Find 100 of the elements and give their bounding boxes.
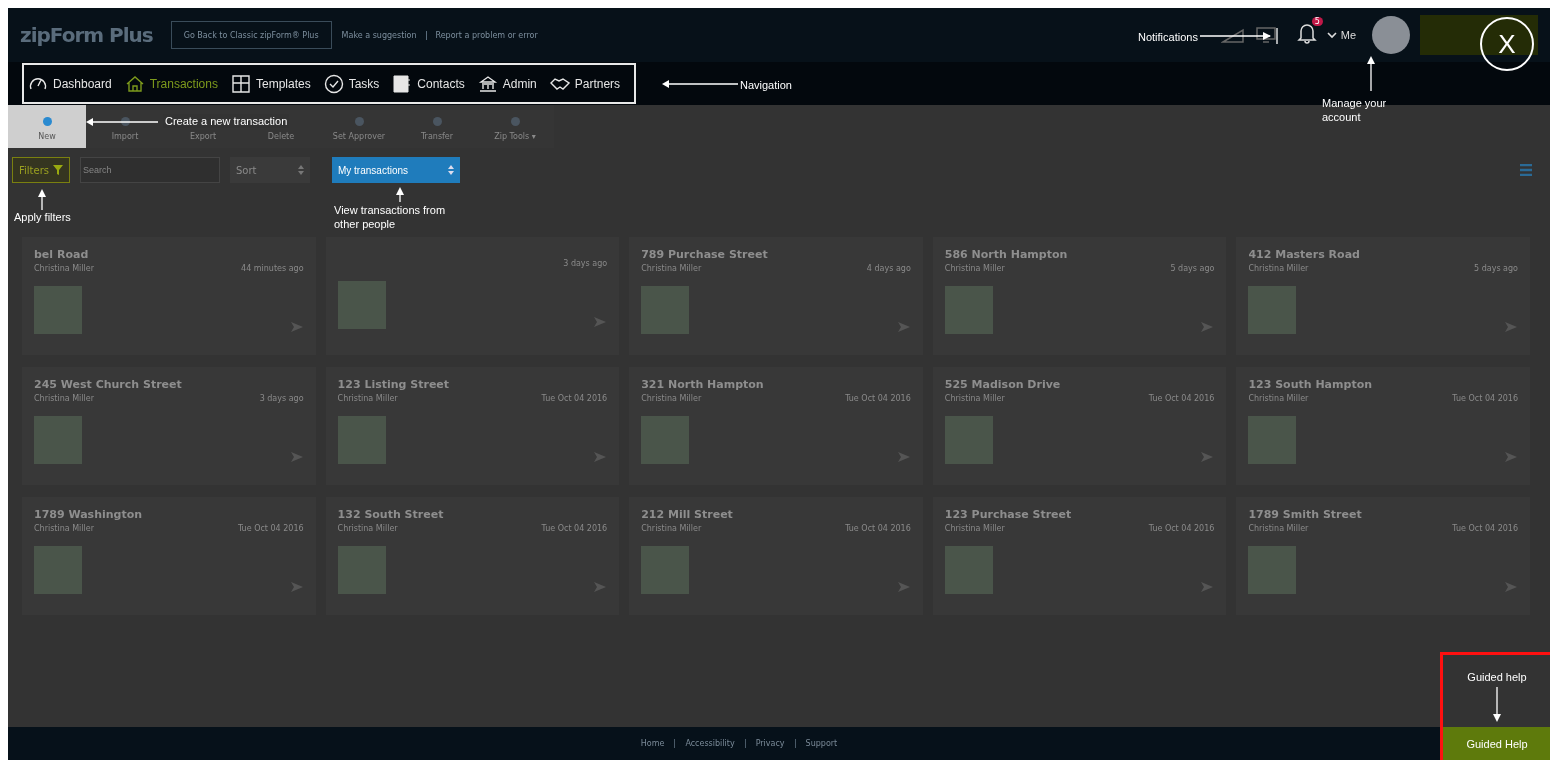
- card-date: Tue Oct 04 2016: [1452, 394, 1518, 404]
- card-date: 5 days ago: [1170, 264, 1215, 274]
- card-title: 123 Purchase Street: [944, 508, 1072, 521]
- transaction-card[interactable]: 212 Mill Street Christina Miller Tue Oct 04 2016: [629, 497, 923, 615]
- sort-arrows-icon: [448, 165, 454, 175]
- nav-item[interactable]: Tasks: [323, 73, 380, 94]
- transaction-card[interactable]: bel Road Christina Miller 44 minutes ago: [22, 237, 316, 355]
- nav-item[interactable]: Contacts: [392, 73, 465, 94]
- filters-button[interactable]: Filters: [12, 157, 70, 183]
- transaction-card[interactable]: 586 North Hampton Christina Miller 5 days ago: [932, 237, 1227, 355]
- footer-link[interactable]: Privacy: [744, 739, 785, 748]
- card-date: 3 days ago: [563, 259, 608, 269]
- callout-text: Notifications: [1138, 30, 1198, 45]
- card-title: 1789 Smith Street: [1248, 508, 1362, 521]
- agent-name: Christina Miller: [34, 524, 94, 534]
- transaction-card[interactable]: 132 South Street Christina Miller Tue Oct 04 2016: [325, 497, 620, 615]
- card-date: Tue Oct 04 2016: [845, 524, 911, 534]
- send-icon[interactable]: [1504, 450, 1518, 464]
- send-icon[interactable]: [289, 580, 304, 594]
- bell-icon[interactable]: [1296, 22, 1317, 44]
- nav-item[interactable]: Dashboard: [28, 73, 112, 94]
- nav-item[interactable]: Partners: [549, 73, 621, 94]
- callout-text: Create a new transaction: [163, 114, 290, 129]
- photo-placeholder: [337, 281, 386, 329]
- toolbar-button[interactable]: New: [8, 105, 86, 148]
- send-icon[interactable]: [1200, 450, 1215, 464]
- transaction-card[interactable]: 789 Purchase Street Christina Miller 4 days ago: [629, 237, 923, 355]
- send-icon[interactable]: [289, 320, 304, 334]
- close-button[interactable]: X: [1480, 17, 1534, 71]
- callout-text: Manage your account: [1322, 96, 1388, 125]
- transaction-card[interactable]: 123 South Hampton Christina Miller Tue Oct 04 2016: [1236, 367, 1530, 485]
- send-icon[interactable]: [593, 315, 608, 329]
- card-date: Tue Oct 04 2016: [541, 524, 608, 534]
- logo[interactable]: zipForm Plus: [20, 23, 153, 47]
- photo-placeholder: [1248, 416, 1297, 464]
- nav-item[interactable]: Transactions: [124, 73, 218, 94]
- search-field[interactable]: Search: [80, 157, 220, 183]
- photo-placeholder: [1248, 546, 1297, 594]
- transaction-card[interactable]: 245 West Church Street Christina Miller 3 days ago: [22, 367, 316, 485]
- classic-link-button[interactable]: Go Back to Classic zipForm® Plus: [170, 21, 332, 49]
- send-icon[interactable]: [896, 320, 911, 334]
- list-view-icon[interactable]: [1520, 164, 1532, 176]
- transaction-card[interactable]: 123 Purchase Street Christina Miller Tue Oct 04 2016: [932, 497, 1227, 615]
- chevron-down-icon[interactable]: [1326, 31, 1337, 39]
- card-title: 789 Purchase Street: [641, 248, 768, 261]
- agent-name: Christina Miller: [1248, 524, 1309, 534]
- transaction-card[interactable]: 123 Listing Street Christina Miller Tue Oct 04 2016: [325, 367, 620, 485]
- photo-placeholder: [337, 416, 386, 464]
- transaction-card[interactable]: 3 days ago: [325, 237, 620, 355]
- card-title: 132 South Street: [337, 508, 444, 521]
- send-icon[interactable]: [593, 580, 608, 594]
- avatar[interactable]: [1372, 16, 1410, 54]
- footer-link[interactable]: Home: [640, 739, 665, 748]
- photo-placeholder: [34, 546, 82, 594]
- view-select[interactable]: My transactions: [332, 157, 460, 183]
- header-link[interactable]: Make a suggestion: [341, 30, 417, 40]
- agent-name: Christina Miller: [944, 524, 1005, 534]
- pointer-arrow: [36, 188, 48, 210]
- header-link[interactable]: Report a problem or error: [426, 30, 538, 40]
- transaction-card[interactable]: 1789 Washington Christina Miller Tue Oct 04 2016: [22, 497, 316, 615]
- send-icon[interactable]: [896, 580, 911, 594]
- callout-text: View transactions from other people: [334, 203, 447, 232]
- photo-placeholder: [34, 416, 82, 464]
- monitor-icon[interactable]: [1254, 26, 1277, 44]
- transaction-card[interactable]: 321 North Hampton Christina Miller Tue Oct 04 2016: [629, 367, 923, 485]
- photo-placeholder: [641, 546, 690, 594]
- header-action-button[interactable]: [1420, 15, 1538, 55]
- account-menu[interactable]: Me: [1340, 29, 1356, 41]
- photo-placeholder: [34, 286, 82, 334]
- sort-select[interactable]: Sort: [230, 157, 310, 183]
- send-icon[interactable]: [289, 450, 304, 464]
- card-date: Tue Oct 04 2016: [1148, 524, 1215, 534]
- grid-icon: [230, 73, 251, 94]
- send-icon[interactable]: [593, 450, 608, 464]
- agent-name: Christina Miller: [641, 264, 702, 274]
- transaction-card[interactable]: 525 Madison Drive Christina Miller Tue Oct 04 2016: [932, 367, 1227, 485]
- agent-name: Christina Miller: [641, 394, 702, 404]
- send-icon[interactable]: [1504, 320, 1518, 334]
- card-title: 525 Madison Drive: [944, 378, 1061, 391]
- send-icon[interactable]: [1200, 580, 1215, 594]
- photo-placeholder: [1248, 286, 1297, 334]
- guided-help-button[interactable]: Guided Help: [1443, 727, 1550, 760]
- footer-link[interactable]: Accessibility: [674, 739, 735, 748]
- card-title: 586 North Hampton: [944, 248, 1068, 261]
- send-icon[interactable]: [1200, 320, 1215, 334]
- nav-item[interactable]: Admin: [477, 73, 537, 94]
- transaction-card[interactable]: 412 Masters Road Christina Miller 5 days ago: [1236, 237, 1530, 355]
- agent-name: Christina Miller: [337, 524, 398, 534]
- agent-name: Christina Miller: [34, 394, 94, 404]
- card-date: Tue Oct 04 2016: [845, 394, 911, 404]
- send-icon[interactable]: [896, 450, 911, 464]
- chart-icon[interactable]: [1220, 26, 1245, 44]
- house-icon: [124, 73, 145, 94]
- card-title: 245 West Church Street: [34, 378, 182, 391]
- card-date: 5 days ago: [1474, 264, 1518, 274]
- transaction-card[interactable]: 1789 Smith Street Christina Miller Tue Oct 04 2016: [1236, 497, 1530, 615]
- card-title: 321 North Hampton: [641, 378, 764, 391]
- send-icon[interactable]: [1504, 580, 1518, 594]
- footer-link[interactable]: Support: [794, 739, 838, 748]
- nav-item[interactable]: Templates: [230, 73, 311, 94]
